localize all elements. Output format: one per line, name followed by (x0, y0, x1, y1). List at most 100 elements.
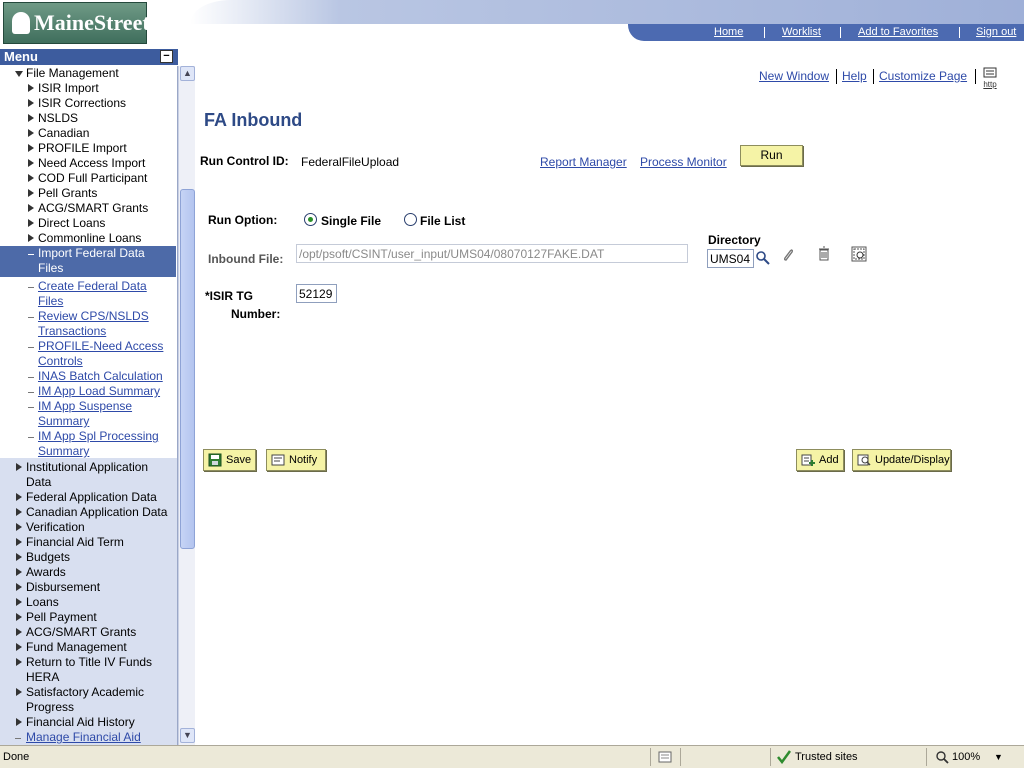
scroll-thumb[interactable] (180, 189, 195, 549)
single-file-radio[interactable] (304, 213, 317, 226)
menu-link-profile-need-access[interactable]: PROFILE-Need Access (38, 339, 163, 354)
menu-link-im-app-load[interactable]: IM App Load Summary (38, 384, 160, 399)
menu-folder[interactable]: Loans (26, 595, 59, 610)
menu-link-review-cps[interactable]: Transactions (38, 324, 106, 339)
triangle-right-icon[interactable] (28, 129, 34, 137)
triangle-right-icon[interactable] (28, 99, 34, 107)
scroll-down-icon[interactable]: ▼ (180, 728, 195, 743)
menu-folder[interactable]: Satisfactory Academic (26, 685, 144, 700)
triangle-right-icon[interactable] (28, 174, 34, 182)
view-attachment-icon[interactable] (851, 246, 867, 262)
menu-folder[interactable]: Canadian (38, 126, 89, 141)
triangle-right-icon[interactable] (28, 114, 34, 122)
menu-link-create-federal-data[interactable]: Create Federal Data (38, 279, 147, 294)
triangle-right-icon[interactable] (16, 583, 22, 591)
triangle-right-icon[interactable] (16, 538, 22, 546)
triangle-right-icon[interactable] (16, 688, 22, 696)
triangle-right-icon[interactable] (28, 204, 34, 212)
triangle-right-icon[interactable] (16, 553, 22, 561)
menu-link-manage-financial-aid[interactable]: Manage Financial Aid (26, 730, 141, 745)
notify-button[interactable]: Notify (266, 449, 326, 471)
report-manager-link[interactable]: Report Manager (540, 155, 627, 169)
triangle-right-icon[interactable] (16, 718, 22, 726)
triangle-right-icon[interactable] (16, 628, 22, 636)
menu-folder[interactable]: PROFILE Import (38, 141, 127, 156)
sign-out-link[interactable]: Sign out (976, 24, 1016, 41)
menu-folder[interactable]: Financial Aid Term (26, 535, 124, 550)
customize-page-link[interactable]: Customize Page (879, 69, 967, 83)
menu-folder[interactable]: Pell Payment (26, 610, 97, 625)
delete-icon[interactable] (816, 246, 832, 262)
menu-folder[interactable]: Commonline Loans (38, 231, 141, 246)
update-display-button[interactable]: Update/Display (852, 449, 951, 471)
triangle-right-icon[interactable] (28, 159, 34, 167)
file-list-label[interactable]: File List (420, 214, 465, 228)
search-icon[interactable] (755, 250, 771, 266)
menu-folder[interactable]: Federal Application Data (26, 490, 157, 505)
scroll-up-icon[interactable]: ▲ (180, 66, 195, 81)
menu-folder[interactable]: Disbursement (26, 580, 100, 595)
menu-link-inas-batch[interactable]: INAS Batch Calculation (38, 369, 163, 384)
menu-folder[interactable]: Budgets (26, 550, 70, 565)
mainestreet-logo[interactable]: MaineStreet (3, 2, 150, 44)
add-to-favorites-link[interactable]: Add to Favorites (858, 24, 938, 41)
menu-folder[interactable]: Institutional Application (26, 460, 148, 475)
triangle-right-icon[interactable] (28, 189, 34, 197)
menu-collapse-icon[interactable]: − (160, 50, 173, 63)
add-button[interactable]: Add (796, 449, 844, 471)
zoom-control[interactable]: 100% ▼ (926, 748, 1024, 766)
triangle-right-icon[interactable] (28, 219, 34, 227)
menu-folder[interactable]: Canadian Application Data (26, 505, 167, 520)
run-button[interactable]: Run (740, 145, 803, 166)
triangle-right-icon[interactable] (16, 523, 22, 531)
menu-folder-file-management[interactable]: File Management (26, 66, 119, 81)
triangle-right-icon[interactable] (28, 144, 34, 152)
directory-input[interactable]: UMS04 (707, 249, 754, 268)
triangle-right-icon[interactable] (16, 643, 22, 651)
triangle-right-icon[interactable] (16, 493, 22, 501)
menu-folder[interactable]: Direct Loans (38, 216, 105, 231)
menu-link-im-app-suspense[interactable]: IM App Suspense (38, 399, 132, 414)
menu-link-review-cps[interactable]: Review CPS/NSLDS (38, 309, 149, 324)
menu-folder[interactable]: Awards (26, 565, 66, 580)
menu-folder[interactable]: Data (26, 475, 51, 490)
menu-folder[interactable]: NSLDS (38, 111, 78, 126)
menu-folder[interactable]: ISIR Import (38, 81, 99, 96)
menu-link-im-app-spl[interactable]: Summary (38, 444, 89, 459)
single-file-label[interactable]: Single File (321, 214, 381, 228)
save-button[interactable]: Save (203, 449, 256, 471)
menu-link-im-app-suspense[interactable]: Summary (38, 414, 89, 429)
triangle-right-icon[interactable] (16, 568, 22, 576)
chevron-down-icon[interactable]: ▼ (994, 746, 1003, 768)
menu-folder[interactable]: Progress (26, 700, 74, 715)
menu-scrollbar[interactable]: ▲ ▼ (178, 66, 195, 745)
triangle-right-icon[interactable] (16, 613, 22, 621)
triangle-right-icon[interactable] (28, 234, 34, 242)
menu-folder[interactable]: Verification (26, 520, 85, 535)
new-window-link[interactable]: New Window (759, 69, 829, 83)
process-monitor-link[interactable]: Process Monitor (640, 155, 727, 169)
triangle-right-icon[interactable] (28, 84, 34, 92)
menu-folder[interactable]: ISIR Corrections (38, 96, 126, 111)
menu-folder[interactable]: ACG/SMART Grants (38, 201, 148, 216)
isir-tg-number-input[interactable]: 52129 (296, 284, 337, 303)
menu-folder[interactable]: Fund Management (26, 640, 127, 655)
menu-folder[interactable]: Financial Aid History (26, 715, 135, 730)
menu-link-im-app-spl[interactable]: IM App Spl Processing (38, 429, 159, 444)
menu-folder[interactable]: Return to Title IV Funds (26, 655, 152, 670)
menu-item-import-federal-data-files[interactable]: Import Federal Data Files (0, 246, 176, 277)
http-link-icon[interactable]: http (981, 67, 999, 89)
triangle-down-icon[interactable] (15, 71, 23, 77)
security-zone[interactable]: Trusted sites (770, 748, 926, 766)
menu-folder[interactable]: Need Access Import (38, 156, 145, 171)
menu-folder[interactable]: HERA (26, 670, 59, 685)
menu-folder[interactable]: ACG/SMART Grants (26, 625, 136, 640)
menu-link-create-federal-data[interactable]: Files (38, 294, 63, 309)
menu-link-profile-need-access[interactable]: Controls (38, 354, 83, 369)
triangle-right-icon[interactable] (16, 658, 22, 666)
triangle-right-icon[interactable] (16, 463, 22, 471)
triangle-right-icon[interactable] (16, 508, 22, 516)
menu-folder[interactable]: COD Full Participant (38, 171, 147, 186)
home-link[interactable]: Home (714, 24, 743, 41)
file-list-radio[interactable] (404, 213, 417, 226)
